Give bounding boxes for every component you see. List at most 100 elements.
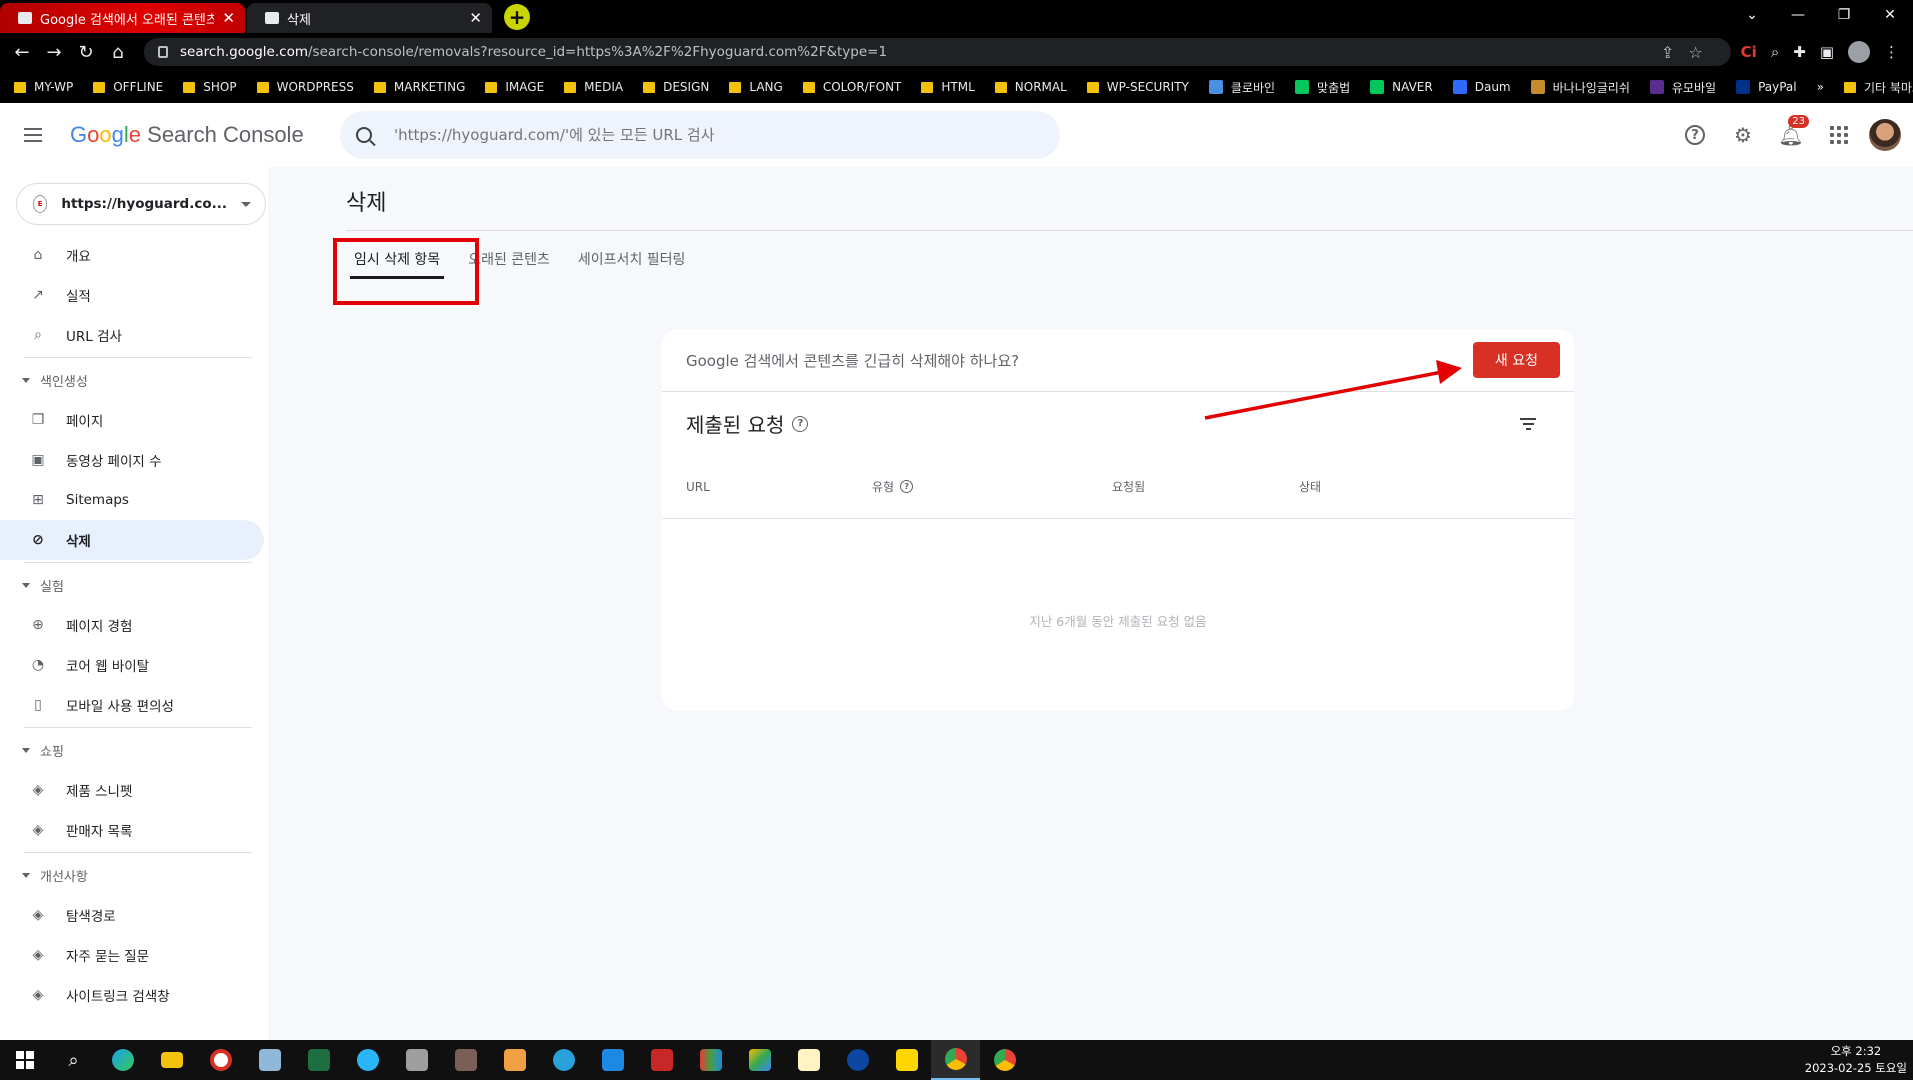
sidebar-item[interactable]: ⌂ 개요 (0, 235, 264, 275)
colorful-app-icon[interactable] (686, 1040, 735, 1080)
filezilla-icon[interactable] (637, 1040, 686, 1080)
sidebar-item[interactable]: ◈ 자주 묻는 질문 (0, 935, 264, 975)
tab-safesearch-filtering[interactable]: 세이프서치 필터링 (564, 231, 700, 287)
extension-ci-icon[interactable]: Ci (1741, 43, 1757, 61)
profile-avatar[interactable] (1848, 41, 1870, 63)
sidebar-item[interactable]: ❐ 페이지 (0, 400, 264, 440)
bookmark-item[interactable]: MY-WP (14, 80, 73, 94)
calculator-icon[interactable] (392, 1040, 441, 1080)
bookmark-item[interactable]: IMAGE (485, 80, 544, 94)
home-icon[interactable]: ⌂ (102, 42, 134, 63)
minimize-icon[interactable]: — (1775, 7, 1821, 23)
sidebar-item[interactable]: ⊕ 페이지 경험 (0, 605, 264, 645)
browser-menu-icon[interactable]: ⋮ (1884, 43, 1899, 61)
chrome-icon[interactable] (980, 1040, 1029, 1080)
image-app-icon[interactable] (441, 1040, 490, 1080)
column-requested[interactable]: 요청됨 (1112, 478, 1299, 495)
column-url[interactable]: URL (686, 480, 872, 494)
bookmark-item[interactable]: LANG (729, 80, 783, 94)
other-bookmarks[interactable]: 기타 북마크 (1843, 79, 1913, 96)
sidebar-section-toggle[interactable]: 개선사항 (0, 855, 268, 895)
search-icon[interactable]: ⌕ (49, 1040, 98, 1080)
bookmark-item[interactable]: WORDPRESS (256, 80, 354, 94)
url-inspection-search[interactable] (340, 111, 1060, 159)
excel-icon[interactable] (294, 1040, 343, 1080)
filter-icon[interactable] (1520, 417, 1536, 430)
bookmark-item[interactable]: 맞춤법 (1295, 79, 1350, 96)
sidebar-item[interactable]: ⊘ 삭제 (0, 520, 264, 560)
side-panel-icon[interactable]: ▣ (1820, 43, 1834, 61)
account-avatar[interactable] (1869, 119, 1901, 151)
sidebar-item[interactable]: ◈ 판매자 목록 (0, 810, 264, 850)
bookmark-item[interactable]: NORMAL (994, 80, 1067, 94)
more-bookmarks-icon[interactable]: » (1817, 80, 1824, 94)
browser-tab-1[interactable]: Google 검색에서 오래된 콘텐츠 ✕ (0, 3, 245, 33)
system-clock[interactable]: 오후 2:32 2023-02-25 토요일 (1805, 1043, 1907, 1077)
sidebar-item[interactable]: ◔ 코어 웹 바이탈 (0, 645, 264, 685)
app-red-circle-icon[interactable] (196, 1040, 245, 1080)
search-input[interactable] (394, 126, 994, 144)
bookmark-item[interactable]: SHOP (183, 80, 237, 94)
sidebar-item[interactable]: ◈ 사이트링크 검색창 (0, 975, 264, 1015)
close-tab-icon[interactable]: ✕ (222, 9, 235, 27)
reload-icon[interactable]: ↻ (70, 42, 102, 63)
notepad-icon[interactable] (245, 1040, 294, 1080)
telegram-icon[interactable] (539, 1040, 588, 1080)
bookmark-item[interactable]: 유모바일 (1649, 79, 1716, 96)
column-status[interactable]: 상태 (1299, 478, 1321, 495)
close-tab-icon[interactable]: ✕ (469, 9, 482, 27)
tab-search-icon[interactable]: ⌄ (1729, 7, 1775, 23)
extensions-puzzle-icon[interactable]: ✚ (1793, 43, 1806, 61)
bookmark-item[interactable]: MEDIA (564, 80, 623, 94)
sidebar-item[interactable]: ▣ 동영상 페이지 수 (0, 440, 264, 480)
bookmark-item[interactable]: PayPal (1736, 80, 1797, 94)
bookmark-item[interactable]: WP-SECURITY (1086, 80, 1189, 94)
sidebar-item[interactable]: ▯ 모바일 사용 편의성 (0, 685, 264, 725)
notifications-button[interactable]: 🔔︎ 23 (1767, 111, 1815, 159)
bookmark-item[interactable]: NAVER (1370, 80, 1433, 94)
help-circle-icon[interactable]: ? (792, 415, 809, 432)
bird-app-icon[interactable] (343, 1040, 392, 1080)
restore-icon[interactable]: ❐ (1821, 7, 1867, 23)
extension-zoom-icon[interactable]: ⌕ (1771, 43, 1779, 61)
bookmark-item[interactable]: DESIGN (643, 80, 709, 94)
drive-icon[interactable] (735, 1040, 784, 1080)
sidebar-item[interactable]: ◈ 제품 스니펫 (0, 770, 264, 810)
new-request-button[interactable]: 새 요청 (1472, 342, 1560, 378)
sidebar-item[interactable]: ⊞ Sitemaps (0, 480, 264, 520)
edge-icon[interactable] (98, 1040, 147, 1080)
bookmark-star-icon[interactable]: ⇪☆ (1661, 43, 1717, 62)
url-field[interactable]: search.google.com /search-console/remova… (144, 38, 1731, 66)
sidebar-item[interactable]: ◈ 탐색경로 (0, 895, 264, 935)
notes-app-icon[interactable] (784, 1040, 833, 1080)
sticky-notes-icon[interactable] (882, 1040, 931, 1080)
main-menu-icon[interactable] (24, 128, 48, 142)
sidebar-item[interactable]: ⌕ URL 검사 (0, 315, 264, 355)
bookmark-item[interactable]: OFFLINE (93, 80, 163, 94)
bookmark-item[interactable]: HTML (921, 80, 975, 94)
help-circle-icon[interactable]: ? (900, 480, 914, 493)
settings-user-button[interactable]: ⚙ (1719, 111, 1767, 159)
chrome-icon-active[interactable] (931, 1040, 980, 1080)
browser-tab-2[interactable]: 삭제 ✕ (247, 3, 492, 33)
windows-start-icon[interactable] (0, 1040, 49, 1080)
capture-app-icon[interactable] (588, 1040, 637, 1080)
sidebar-item[interactable]: ↗ 실적 (0, 275, 264, 315)
photo-app-icon[interactable] (490, 1040, 539, 1080)
bookmark-item[interactable]: COLOR/FONT (802, 80, 901, 94)
google-apps-button[interactable] (1815, 111, 1863, 159)
sidebar-section-toggle[interactable]: 색인생성 (0, 360, 268, 400)
sidebar-section-toggle[interactable]: 실험 (0, 565, 268, 605)
forward-icon[interactable]: → (38, 42, 70, 63)
bookmark-item[interactable]: 바나나잉글리쉬 (1530, 79, 1630, 96)
blue-app-icon[interactable] (833, 1040, 882, 1080)
sidebar-section-toggle[interactable]: 쇼핑 (0, 730, 268, 770)
property-selector[interactable]: E https://hyoguard.co... (16, 183, 266, 225)
bookmark-item[interactable]: 클로바인 (1208, 79, 1275, 96)
new-tab-button[interactable]: + (504, 4, 530, 30)
search-console-logo[interactable]: Google Search Console (70, 122, 304, 148)
help-button[interactable]: ? (1671, 111, 1719, 159)
column-type[interactable]: 유형 ? (872, 478, 1112, 495)
file-explorer-icon[interactable] (147, 1040, 196, 1080)
close-window-icon[interactable]: ✕ (1867, 7, 1913, 23)
